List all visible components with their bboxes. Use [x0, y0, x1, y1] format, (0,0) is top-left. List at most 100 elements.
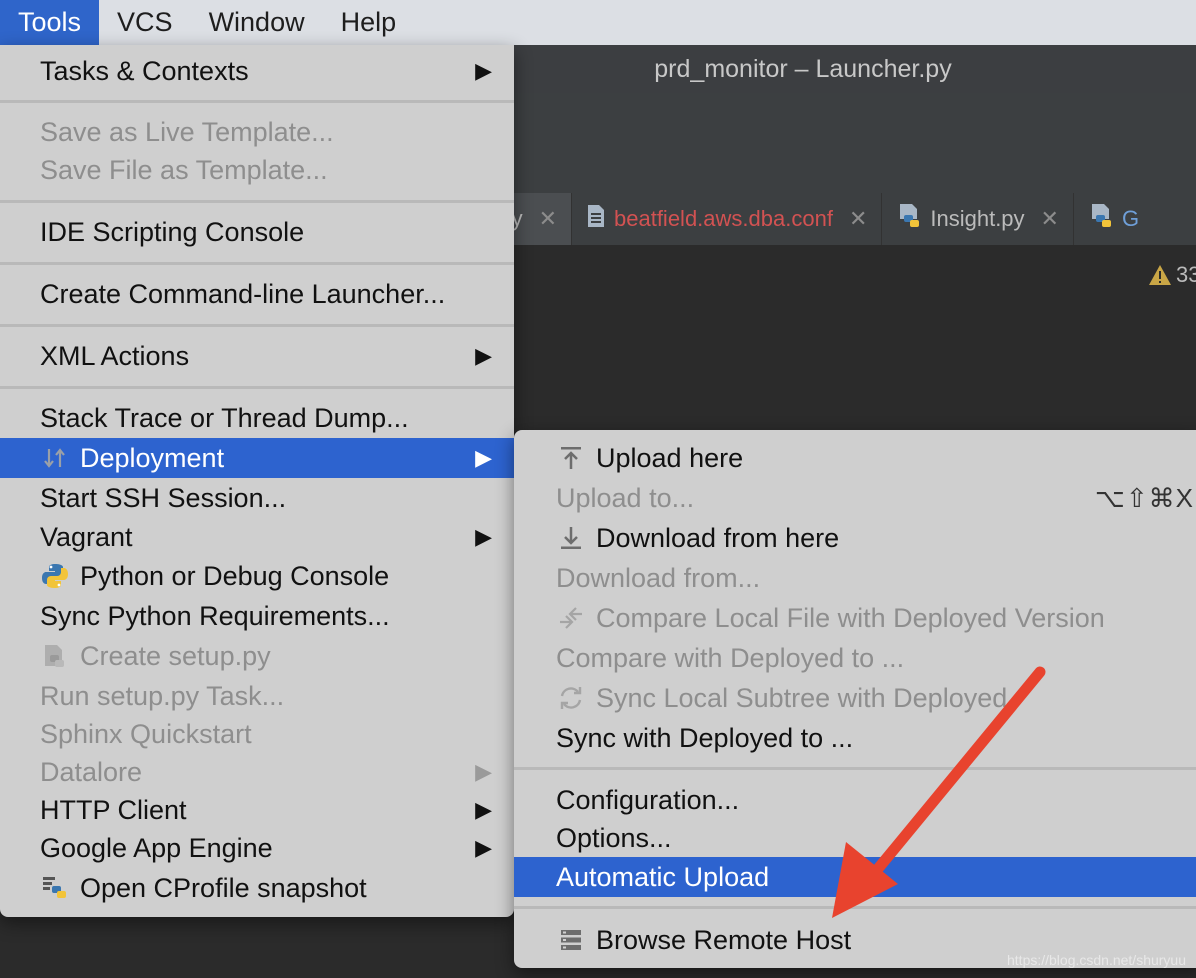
- menu-item-download-here[interactable]: Download from here: [514, 518, 1196, 558]
- menu-item-google-app-engine[interactable]: Google App Engine ▶: [0, 828, 514, 868]
- menu-item-label: Datalore: [40, 756, 143, 787]
- separator: [0, 200, 514, 203]
- menu-item-save-file-template[interactable]: Save File as Template...: [0, 150, 514, 190]
- menu-item-label: HTTP Client: [40, 794, 187, 825]
- menu-item-ide-scripting-console[interactable]: IDE Scripting Console: [0, 212, 514, 252]
- menu-item-label: Create setup.py: [80, 640, 271, 671]
- submenu-arrow-icon: ▶: [475, 343, 492, 368]
- menu-item-label: Google App Engine: [40, 832, 273, 863]
- menu-item-label: Save as Live Template...: [40, 116, 334, 147]
- menu-item-automatic-upload[interactable]: Automatic Upload: [514, 857, 1196, 897]
- menu-tools[interactable]: Tools: [0, 0, 100, 45]
- menu-item-compare-with-deployed[interactable]: Compare with Deployed to ...: [514, 638, 1196, 678]
- menu-item-tasks-contexts[interactable]: Tasks & Contexts ▶: [0, 51, 514, 91]
- python-icon: [40, 561, 70, 591]
- submenu-arrow-icon: ▶: [475, 759, 492, 784]
- menu-item-sync-with-deployed[interactable]: Sync with Deployed to ...: [514, 718, 1196, 758]
- menu-item-label: Configuration...: [556, 784, 740, 815]
- menu-bar: Tools VCS Window Help: [0, 0, 1196, 46]
- menu-help[interactable]: Help: [323, 0, 415, 45]
- menu-item-upload-here[interactable]: Upload here: [514, 438, 1196, 478]
- inspection-warnings[interactable]: 33: [1148, 262, 1196, 288]
- menu-item-label: Tasks & Contexts: [40, 55, 249, 86]
- menu-item-python-console[interactable]: Python or Debug Console: [0, 556, 514, 596]
- warning-count: 33: [1176, 262, 1196, 287]
- cprofile-icon: [40, 873, 70, 903]
- submenu-arrow-icon: ▶: [475, 58, 492, 83]
- server-icon: [556, 925, 586, 955]
- tab-partial-g[interactable]: G: [1074, 193, 1153, 245]
- menu-item-label: Options...: [556, 822, 672, 853]
- menu-item-label: Vagrant: [40, 521, 133, 552]
- menu-vcs[interactable]: VCS: [99, 0, 191, 45]
- submenu-arrow-icon: ▶: [475, 524, 492, 549]
- menu-item-xml-actions[interactable]: XML Actions ▶: [0, 336, 514, 376]
- menu-item-sync-requirements[interactable]: Sync Python Requirements...: [0, 596, 514, 636]
- menu-item-label: Sync Python Requirements...: [40, 600, 390, 631]
- python-file-icon: [896, 203, 922, 235]
- menu-item-options[interactable]: Options...: [514, 818, 1196, 858]
- menu-item-stack-trace[interactable]: Stack Trace or Thread Dump...: [0, 398, 514, 438]
- menu-item-label: Browse Remote Host: [596, 924, 852, 955]
- menu-item-label: Sync with Deployed to ...: [556, 722, 854, 753]
- menu-item-cmd-launcher[interactable]: Create Command-line Launcher...: [0, 274, 514, 314]
- menu-item-label: Stack Trace or Thread Dump...: [40, 402, 409, 433]
- menu-item-label: Create Command-line Launcher...: [40, 278, 446, 309]
- tab-beatfield-conf[interactable]: beatfield.aws.dba.conf ✕: [572, 193, 883, 245]
- menu-item-label: Upload here: [596, 442, 744, 473]
- tab-label: Insight.py: [930, 206, 1025, 231]
- menu-item-label: Upload to...: [556, 482, 695, 513]
- menu-item-compare-local-file[interactable]: Compare Local File with Deployed Version: [514, 598, 1196, 638]
- tab-close-icon[interactable]: ✕: [539, 206, 557, 232]
- menu-item-configuration[interactable]: Configuration...: [514, 780, 1196, 820]
- menu-item-save-live-template[interactable]: Save as Live Template...: [0, 112, 514, 152]
- menu-item-label: Open CProfile snapshot: [80, 872, 367, 903]
- menu-window[interactable]: Window: [191, 0, 323, 45]
- tab-label: beatfield.aws.dba.conf: [614, 206, 833, 231]
- menu-item-sphinx-quickstart[interactable]: Sphinx Quickstart: [0, 714, 514, 754]
- menu-item-download-from[interactable]: Download from...: [514, 558, 1196, 598]
- watermark: https://blog.csdn.net/shuryuu: [1007, 952, 1186, 968]
- menu-item-vagrant[interactable]: Vagrant ▶: [0, 517, 514, 557]
- tab-close-icon[interactable]: ✕: [849, 206, 867, 232]
- menu-item-label: Download from...: [556, 562, 761, 593]
- menu-item-label: Compare with Deployed to ...: [556, 642, 905, 673]
- sync-icon: [556, 683, 586, 713]
- menu-item-open-cprofile[interactable]: Open CProfile snapshot: [0, 868, 514, 908]
- separator: [0, 262, 514, 265]
- warning-icon: [1149, 265, 1171, 285]
- separator: [0, 100, 514, 103]
- separator: [0, 324, 514, 327]
- separator: [514, 767, 1196, 770]
- menu-item-label: Start SSH Session...: [40, 482, 287, 513]
- menu-item-upload-to[interactable]: Upload to... ⌥⇧⌘X: [514, 478, 1196, 518]
- upload-icon: [556, 443, 586, 473]
- tab-label: G: [1121, 206, 1140, 231]
- deployment-icon: [40, 443, 70, 473]
- menu-item-label: Deployment: [80, 442, 225, 473]
- menu-item-sync-local-subtree[interactable]: Sync Local Subtree with Deployed: [514, 678, 1196, 718]
- menu-item-datalore[interactable]: Datalore ▶: [0, 752, 514, 792]
- menu-item-label: XML Actions: [40, 340, 190, 371]
- menu-item-run-setup-task[interactable]: Run setup.py Task...: [0, 676, 514, 716]
- menu-item-label: Sphinx Quickstart: [40, 718, 252, 749]
- menu-item-label: Run setup.py Task...: [40, 680, 285, 711]
- shortcut-label: ⌥⇧⌘X: [1094, 482, 1194, 513]
- tab-insight[interactable]: Insight.py ✕: [882, 193, 1074, 245]
- deployment-submenu: Upload here Upload to... ⌥⇧⌘X Download f…: [514, 430, 1196, 968]
- menu-item-deployment[interactable]: Deployment ▶: [0, 438, 514, 478]
- menu-item-http-client[interactable]: HTTP Client ▶: [0, 790, 514, 830]
- window-title-text: prd_monitor – Launcher.py: [654, 54, 952, 83]
- compare-icon: [556, 603, 586, 633]
- tab-close-icon[interactable]: ✕: [1041, 206, 1059, 232]
- submenu-arrow-icon: ▶: [475, 445, 492, 470]
- menu-item-label: IDE Scripting Console: [40, 216, 305, 247]
- menu-item-label: Download from here: [596, 522, 840, 553]
- menu-item-ssh-session[interactable]: Start SSH Session...: [0, 478, 514, 518]
- separator: [514, 906, 1196, 909]
- submenu-arrow-icon: ▶: [475, 835, 492, 860]
- download-icon: [556, 523, 586, 553]
- menu-item-label: Automatic Upload: [556, 861, 770, 892]
- menu-item-label: Save File as Template...: [40, 154, 328, 185]
- menu-item-create-setup[interactable]: Create setup.py: [0, 636, 514, 676]
